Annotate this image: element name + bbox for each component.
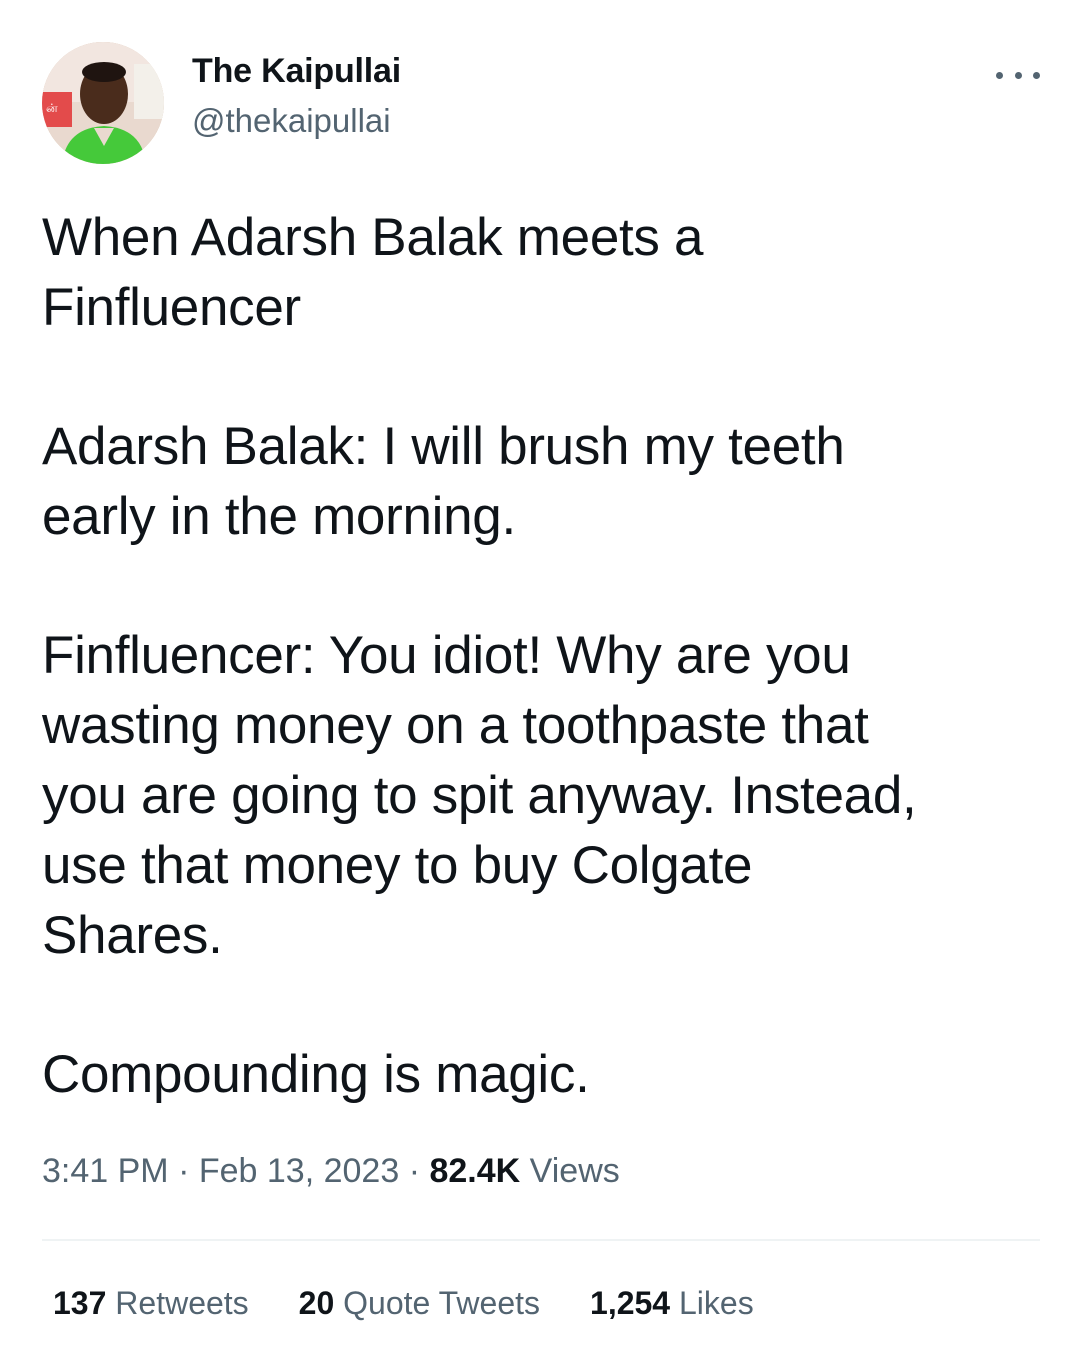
tweet-paragraph: Adarsh Balak: I will brush my teeth earl… — [42, 412, 1052, 552]
retweets-count: 137 — [53, 1285, 107, 1321]
author-display-name[interactable]: The Kaipullai — [192, 52, 401, 91]
tweet-paragraph: When Adarsh Balak meets a Finfluencer — [42, 203, 1052, 343]
meta-separator: · — [408, 1152, 421, 1190]
tweet-paragraph: Compounding is magic. — [42, 1040, 1052, 1110]
more-options-button[interactable] — [996, 60, 1040, 90]
retweets-stat[interactable]: 137 Retweets — [53, 1285, 249, 1322]
tweet-line: early in the morning. — [42, 487, 516, 546]
tweet-card: ன் The Kaipullai @thekaipullai When Adar… — [0, 0, 1080, 1366]
tweet-line: wasting money on a toothpaste that — [42, 696, 869, 755]
more-horizontal-icon-dot — [1014, 71, 1022, 79]
tweet-meta: 3:41 PM · Feb 13, 2023 · 82.4K Views — [42, 1152, 620, 1191]
meta-separator: · — [178, 1152, 190, 1190]
quote-tweets-count: 20 — [298, 1285, 335, 1321]
tweet-date[interactable]: Feb 13, 2023 — [199, 1152, 399, 1190]
svg-text:ன்: ன் — [46, 101, 58, 115]
author-avatar[interactable]: ன் — [42, 42, 164, 164]
likes-stat[interactable]: 1,254 Likes — [590, 1285, 754, 1322]
quote-tweets-label: Quote Tweets — [343, 1285, 541, 1321]
tweet-paragraph: Finfluencer: You idiot! Why are you wast… — [42, 621, 1052, 971]
tweet-line: Finfluencer — [42, 278, 301, 337]
divider — [42, 1239, 1040, 1241]
retweets-label: Retweets — [115, 1285, 249, 1321]
likes-count: 1,254 — [590, 1285, 671, 1321]
views-count: 82.4K — [429, 1152, 521, 1190]
tweet-line: use that money to buy Colgate — [42, 836, 753, 895]
quote-tweets-stat[interactable]: 20 Quote Tweets — [299, 1285, 540, 1322]
tweet-time[interactable]: 3:41 PM — [42, 1152, 169, 1190]
views-label: Views — [529, 1152, 620, 1190]
tweet-line: Adarsh Balak: I will brush my teeth — [42, 417, 845, 476]
author-handle[interactable]: @thekaipullai — [192, 102, 391, 140]
tweet-line: When Adarsh Balak meets a — [42, 208, 704, 267]
tweet-line: Compounding is magic. — [42, 1045, 590, 1104]
tweet-line: Shares. — [42, 906, 223, 965]
tweet-line: you are going to spit anyway. Instead, — [42, 766, 917, 825]
more-horizontal-icon — [996, 71, 1003, 79]
tweet-line: Finfluencer: You idiot! Why are you — [42, 626, 851, 685]
profile-photo-icon: ன் — [42, 42, 164, 164]
likes-label: Likes — [678, 1285, 754, 1321]
tweet-text: When Adarsh Balak meets a Finfluencer Ad… — [42, 203, 1052, 1110]
engagement-stats: 137 Retweets 20 Quote Tweets 1,254 Likes — [53, 1285, 804, 1322]
more-horizontal-icon-dot — [1033, 71, 1040, 79]
